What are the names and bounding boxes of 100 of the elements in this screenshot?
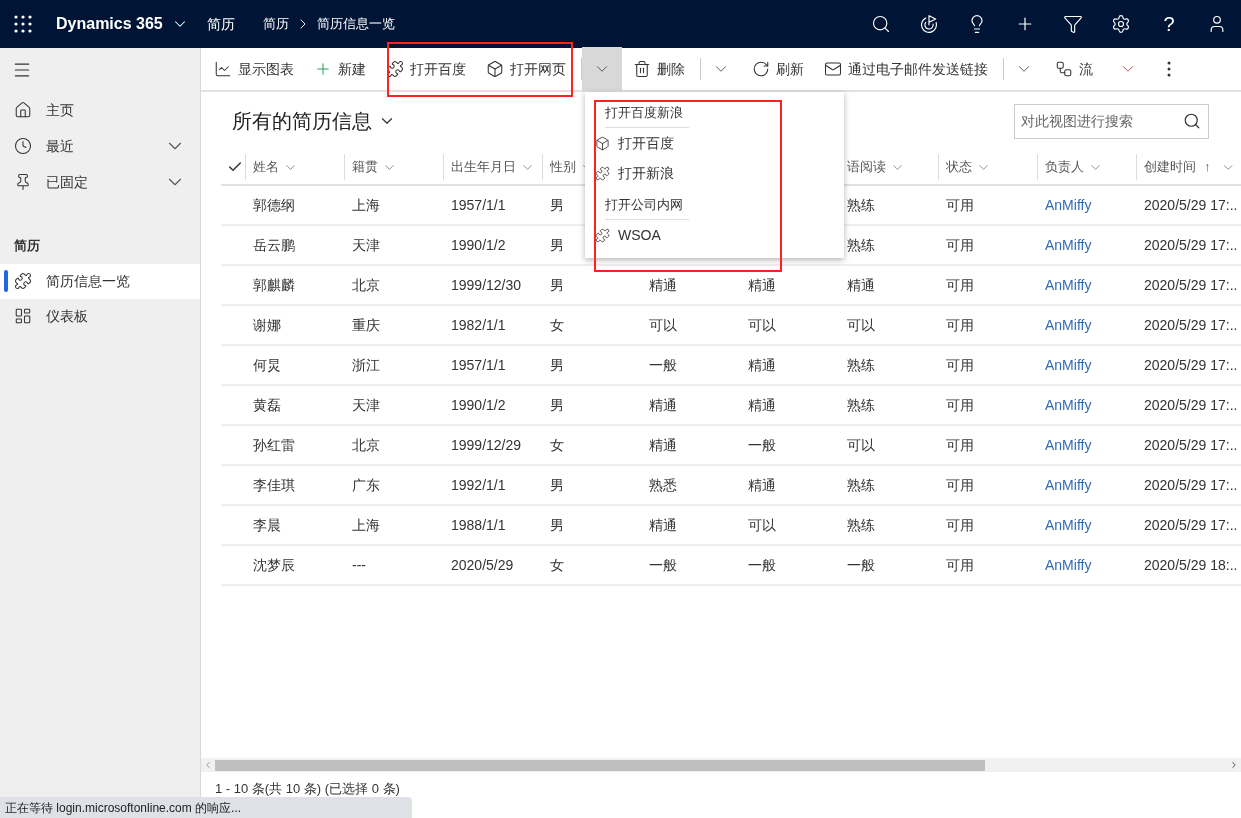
table-row[interactable]: 何炅 浙江 1957/1/1 男 一般 精通 熟练 可用 AnMiffy 2020/5/29 17:.. bbox=[221, 346, 1241, 386]
table-cell: 一般 bbox=[748, 436, 776, 453]
sort-indicator: ↑ bbox=[1204, 158, 1211, 177]
horizontal-scrollbar[interactable] bbox=[201, 758, 1241, 772]
command-button[interactable]: 刷新 bbox=[747, 49, 809, 89]
puzzle-icon bbox=[595, 227, 610, 243]
home-icon bbox=[14, 101, 32, 119]
command-button[interactable]: 删除 bbox=[628, 49, 690, 89]
table-cell: 北京 bbox=[352, 276, 380, 293]
flow-icon bbox=[1055, 60, 1073, 78]
table-cell: 2020/5/29 17:.. bbox=[1144, 356, 1238, 373]
table-cell: 可用 bbox=[946, 436, 974, 453]
owner-link[interactable]: AnMiffy bbox=[1045, 476, 1092, 493]
table-row[interactable]: 李佳琪 广东 1992/1/1 男 熟悉 精通 熟练 可用 AnMiffy 2020/5/29 17:.. bbox=[221, 466, 1241, 506]
owner-link[interactable]: AnMiffy bbox=[1045, 516, 1092, 533]
column-header[interactable]: 出生年月日 bbox=[451, 157, 516, 177]
column-header[interactable]: 籍贯 bbox=[352, 157, 378, 177]
app-name[interactable]: Dynamics 365 bbox=[56, 12, 163, 36]
owner-link[interactable]: AnMiffy bbox=[1045, 276, 1092, 293]
table-cell: 男 bbox=[550, 356, 564, 373]
view-title[interactable]: 所有的简历信息 bbox=[232, 106, 372, 136]
owner-link[interactable]: AnMiffy bbox=[1045, 436, 1092, 453]
scrollbar-thumb[interactable] bbox=[215, 759, 985, 771]
table-row[interactable]: 李晨 上海 1988/1/1 男 精通 可以 熟练 可用 AnMiffy 2020/5/29 17:.. bbox=[221, 506, 1241, 546]
table-cell: 男 bbox=[550, 516, 564, 533]
table-cell: 女 bbox=[550, 436, 564, 453]
target-icon bbox=[919, 14, 939, 34]
plus-icon bbox=[314, 60, 332, 78]
table-cell: 精通 bbox=[748, 276, 776, 293]
owner-link[interactable]: AnMiffy bbox=[1045, 236, 1092, 253]
table-cell: 2020/5/29 17:.. bbox=[1144, 196, 1238, 213]
table-cell: 熟悉 bbox=[649, 476, 677, 493]
menu-item[interactable]: 打开新浪 bbox=[595, 158, 834, 188]
menu-item[interactable]: WSOA bbox=[595, 220, 834, 250]
mail-icon bbox=[824, 60, 842, 78]
column-header[interactable]: 姓名 bbox=[253, 157, 279, 177]
owner-link[interactable]: AnMiffy bbox=[1045, 316, 1092, 333]
table-cell: 一般 bbox=[649, 356, 677, 373]
app-launcher-icon[interactable] bbox=[14, 15, 32, 33]
breadcrumb-item[interactable]: 简历信息一览 bbox=[316, 14, 395, 34]
owner-link[interactable]: AnMiffy bbox=[1045, 356, 1092, 373]
sidebar-item[interactable]: 主页 bbox=[0, 92, 200, 128]
sidebar-item[interactable]: 最近 bbox=[0, 128, 200, 164]
column-header[interactable]: 语阅读 bbox=[847, 157, 886, 177]
table-cell: 精通 bbox=[748, 356, 776, 373]
menu-group-heading: 打开公司内网 bbox=[605, 197, 683, 212]
table-cell: 精通 bbox=[748, 476, 776, 493]
column-header[interactable]: 创建时间 bbox=[1144, 157, 1196, 177]
owner-link[interactable]: AnMiffy bbox=[1045, 556, 1092, 573]
table-cell: 可用 bbox=[946, 196, 974, 213]
table-cell: 可用 bbox=[946, 276, 974, 293]
table-cell: 男 bbox=[550, 396, 564, 413]
command-button[interactable]: 打开百度 bbox=[381, 49, 471, 89]
command-button[interactable]: 显示图表 bbox=[209, 49, 299, 89]
table-row[interactable]: 郭麒麟 北京 1999/12/30 男 精通 精通 精通 可用 AnMiffy 2020/5/29 17:.. bbox=[221, 266, 1241, 306]
column-header[interactable]: 性别 bbox=[550, 157, 576, 177]
sidebar-item[interactable]: 仪表板 bbox=[0, 298, 200, 334]
table-cell: 何炅 bbox=[253, 356, 281, 373]
table-cell: 2020/5/29 17:.. bbox=[1144, 396, 1238, 413]
column-header[interactable]: 状态 bbox=[946, 157, 972, 177]
pin-icon bbox=[14, 173, 32, 191]
table-cell: 上海 bbox=[352, 516, 380, 533]
group-heading: 简历 bbox=[13, 237, 41, 255]
cube-icon bbox=[486, 60, 504, 78]
search-icon[interactable] bbox=[1183, 111, 1201, 130]
table-cell: 北京 bbox=[352, 436, 380, 453]
table-row[interactable]: 沈梦辰 --- 2020/5/29 女 一般 一般 一般 可用 AnMiffy 2020/5/29 18:.. bbox=[221, 546, 1241, 586]
chart-icon bbox=[214, 60, 232, 78]
breadcrumb-item[interactable]: 简历 bbox=[262, 14, 289, 34]
table-row[interactable]: 谢娜 重庆 1982/1/1 女 可以 可以 可以 可用 AnMiffy 2020/5/29 17:.. bbox=[221, 306, 1241, 346]
table-cell: 女 bbox=[550, 556, 564, 573]
table-cell: 可用 bbox=[946, 236, 974, 253]
search-field[interactable]: 对此视图进行搜索 bbox=[1014, 103, 1209, 139]
column-header[interactable]: 负责人 bbox=[1045, 157, 1084, 177]
sidebar-item[interactable]: 已固定 bbox=[0, 164, 200, 200]
sidebar-item[interactable]: 简历信息一览 bbox=[0, 263, 200, 299]
table-cell: 2020/5/29 17:.. bbox=[1144, 316, 1238, 333]
table-cell: 孙红雷 bbox=[253, 436, 295, 453]
table-cell: 可以 bbox=[847, 436, 875, 453]
command-button[interactable]: 新建 bbox=[309, 49, 371, 89]
command-button[interactable]: 流 bbox=[1050, 49, 1098, 89]
owner-link[interactable]: AnMiffy bbox=[1045, 196, 1092, 213]
help-button[interactable]: ? bbox=[1145, 0, 1193, 48]
table-cell: 男 bbox=[550, 276, 564, 293]
table-cell: 女 bbox=[550, 316, 564, 333]
area-name[interactable]: 简历 bbox=[206, 13, 235, 35]
owner-link[interactable]: AnMiffy bbox=[1045, 396, 1092, 413]
command-button[interactable]: 通过电子邮件发送链接 bbox=[819, 49, 993, 89]
table-row[interactable]: 黄磊 天津 1990/1/2 男 精通 精通 熟练 可用 AnMiffy 2020/5/29 17:.. bbox=[221, 386, 1241, 426]
table-cell: 可用 bbox=[946, 516, 974, 533]
command-button[interactable]: 打开网页 bbox=[481, 49, 571, 89]
table-cell: 熟练 bbox=[847, 516, 875, 533]
table-cell: 2020/5/29 17:.. bbox=[1144, 236, 1238, 253]
table-row[interactable]: 孙红雷 北京 1999/12/29 女 精通 一般 可以 可用 AnMiffy 2020/5/29 17:.. bbox=[221, 426, 1241, 466]
menu-item[interactable]: 打开百度 bbox=[595, 128, 834, 158]
scroll-right-icon[interactable] bbox=[1229, 760, 1239, 770]
status-bubble: 正在等待 login.microsoftonline.com 的响应... bbox=[0, 797, 412, 818]
table-cell: 2020/5/29 18:.. bbox=[1144, 556, 1238, 573]
table-cell: 沈梦辰 bbox=[253, 556, 295, 573]
table-cell: 熟练 bbox=[847, 236, 875, 253]
